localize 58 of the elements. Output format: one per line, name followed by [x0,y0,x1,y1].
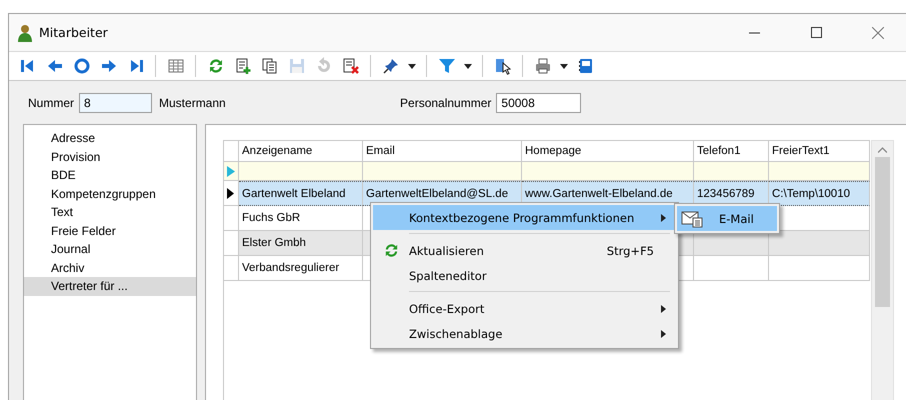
table-cell: Elster Gmbh [239,231,363,256]
submenu-arrow-icon [661,330,666,338]
maximize-icon [810,27,822,38]
menu-item[interactable]: Office-Export [373,296,676,321]
submenu-arrow-icon [661,214,666,222]
mail-icon [681,210,703,228]
employee-name: Mustermann [159,96,227,110]
sidebar-item[interactable]: Archiv [24,258,196,277]
window-title: Mitarbeiter [39,25,109,40]
person-icon [17,24,33,42]
save-icon [288,57,306,75]
menu-item[interactable]: Aktualisieren Strg+F5 [373,238,676,263]
sidebar-item[interactable]: Journal [24,240,196,258]
column-header[interactable]: Homepage [522,141,694,162]
nummer-field[interactable]: 8 [79,92,152,112]
select-cursor-icon [494,57,512,75]
row-header[interactable] [224,181,239,206]
caret-icon [408,64,416,68]
menu-item[interactable]: Kontextbezogene Programmfunktionen [373,205,676,230]
table-cell: Fuchs GbR [239,206,363,231]
close-icon [872,26,884,38]
table-cell: Gartenwelt Elbeland [239,181,363,206]
sidebar-item[interactable]: Adresse [24,129,196,148]
column-header[interactable]: Anzeigename [239,141,363,162]
pin-icon [382,57,400,75]
personalnummer-label: Personalnummer [400,96,492,110]
scrollbar[interactable] [871,140,894,400]
column-header[interactable]: FreierText1 [769,141,870,162]
delete-record-icon [342,57,360,75]
scroll-up-icon [878,147,887,153]
sidebar-item[interactable]: Kompetenzgruppen [24,184,196,203]
copy-icon [260,57,278,75]
table-cell: C:\Temp\10010 [769,181,870,206]
column-header[interactable]: Email [363,141,522,162]
menu-item[interactable]: Spalteneditor [373,263,676,288]
table-icon [166,57,184,75]
sidebar-item[interactable]: Text [24,203,196,222]
caret-icon [464,64,472,68]
forward-arrow-icon [100,57,118,75]
sidebar-item[interactable]: Vertreter für ... [24,277,196,296]
caret-icon [560,64,568,68]
column-header[interactable]: Telefon1 [694,141,769,162]
sidebar-item[interactable]: Provision [24,148,196,166]
personalnummer-field[interactable]: 50008 [496,92,582,112]
submenu-arrow-icon [661,304,666,312]
nummer-label: Nummer [28,96,74,110]
printer-icon [534,57,552,75]
menu-item[interactable]: Zwischenablage [373,321,676,346]
back-arrow-icon [46,57,64,75]
sidebar-item[interactable]: Freie Felder [24,222,196,240]
sidebar-item[interactable]: BDE [24,166,196,184]
filter-icon [438,57,456,75]
menu-item[interactable]: E-Mail [677,206,777,231]
table-cell: Verbandsregulierer [239,256,363,281]
current-row-icon [227,188,234,198]
new-row-icon [227,166,235,176]
notebook-icon [576,57,594,75]
new-record-icon [234,57,252,75]
